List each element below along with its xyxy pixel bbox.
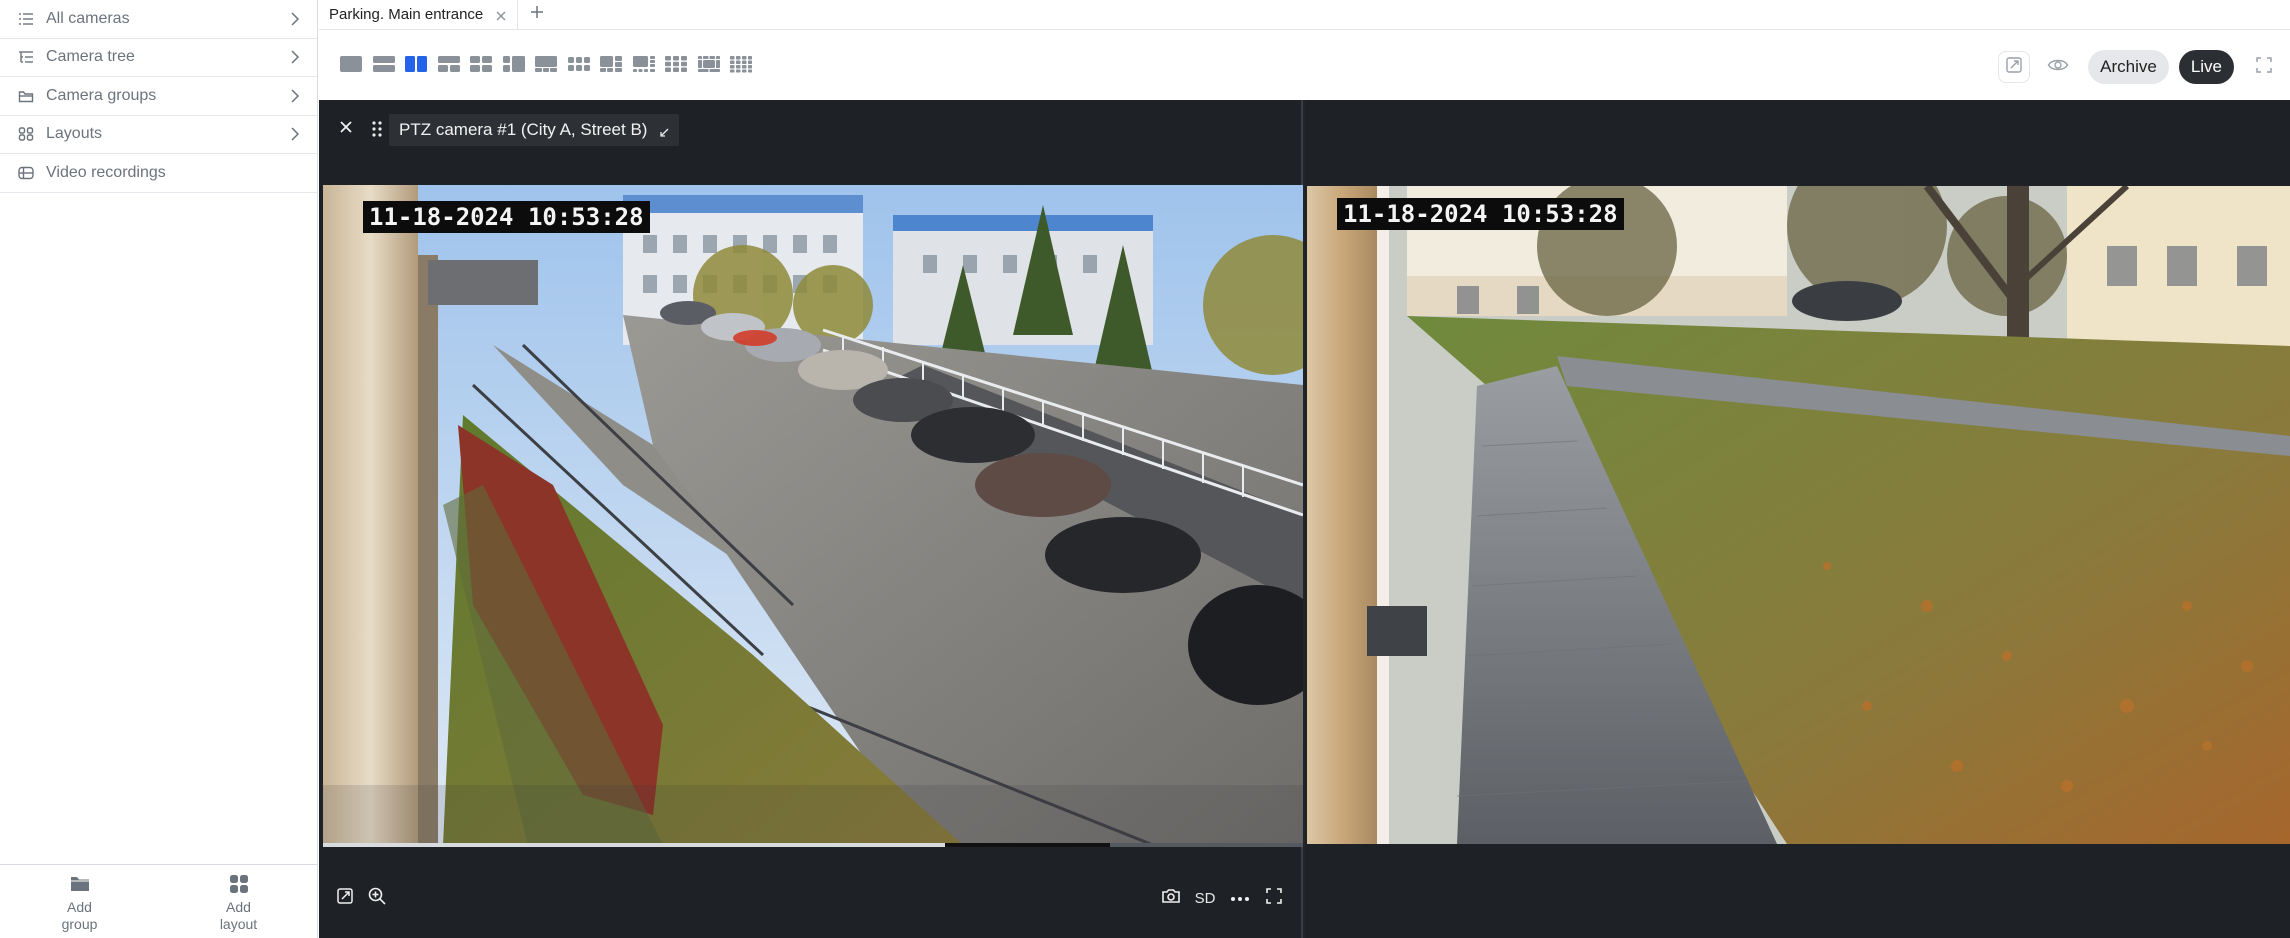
camera-grid: PTZ camera #1 (City A, Street B) 11-18-2… [319,100,2290,938]
sidebar-item-camera-groups[interactable]: Camera groups [0,77,317,116]
sidebar-item-all-cameras[interactable]: All cameras [0,0,317,39]
quality-toggle[interactable]: SD [1191,886,1219,910]
recordings-icon [18,165,34,181]
chevron-right-icon [289,49,301,65]
layout-grid-icon [227,873,251,895]
tab-label: Parking. Main entrance [329,6,484,23]
add-group-label-line1: Add [67,898,92,915]
layout-1-plus-3-icon[interactable] [498,52,531,76]
layout-1-plus-7-icon[interactable] [628,52,661,76]
layout-picker [335,52,758,76]
camera-icon [1161,887,1181,910]
snapshot-button[interactable] [1159,886,1183,910]
add-group-label: Add group [50,899,110,933]
camera-title-text: PTZ camera #1 (City A, Street B) [399,120,648,139]
layout-1-plus-2-wide-icon[interactable] [530,52,563,76]
sidebar-item-label: Camera groups [46,86,157,104]
more-horizontal-icon [1230,889,1250,907]
chevron-right-icon [289,88,301,104]
expand-icon [2005,56,2023,79]
sidebar-item-label: Layouts [46,125,103,143]
live-button[interactable]: Live [2178,50,2234,84]
sidebar-item-label: Video recordings [46,163,166,181]
camera-cell-controls: SD [319,862,1301,938]
camera-cell-2[interactable]: 11-18-2024 10:53:28 [1305,100,2290,938]
toolbar-right: Archive Live [1984,50,2280,84]
sidebar-item-camera-tree[interactable]: Camera tree [0,39,317,77]
fullscreen-button[interactable] [2248,51,2280,83]
chevron-right-icon [289,126,301,142]
tab-bar: Parking. Main entrance [319,0,2290,30]
layout-1-plus-5-icon[interactable] [595,52,628,76]
layout-3x2-icon[interactable] [563,52,596,76]
timestamp-overlay: 11-18-2024 10:53:28 [363,201,650,233]
chevron-right-icon [289,11,301,27]
toolbar: Archive Live [319,30,2290,100]
folder-icon [18,88,34,104]
camera-title[interactable]: PTZ camera #1 (City A, Street B) [389,114,680,146]
timestamp-overlay: 11-18-2024 10:53:28 [1337,198,1624,230]
sidebar: All cameras Camera tree Camera groups La… [0,0,318,938]
layout-1-plus-2-icon[interactable] [433,52,466,76]
progress-played [323,843,946,847]
close-icon[interactable] [495,9,507,21]
plus-icon [529,4,545,25]
layout-2x2-icon[interactable] [465,52,498,76]
sidebar-item-layouts[interactable]: Layouts [0,116,317,154]
camera-cell-1[interactable]: PTZ camera #1 (City A, Street B) 11-18-2… [319,100,1303,938]
camera-video-feed[interactable]: 11-18-2024 10:53:28 [1307,186,2290,844]
progress-buffered [945,843,1111,847]
list-icon [18,11,34,27]
camera-video-feed[interactable]: 11-18-2024 10:53:28 [323,185,1303,845]
sidebar-item-label: Camera tree [46,48,135,66]
drag-handle-icon[interactable] [371,118,383,140]
add-group-button[interactable]: Add group [0,865,159,938]
tab-parking-main-entrance[interactable]: Parking. Main entrance [319,0,519,29]
sidebar-item-video-recordings[interactable]: Video recordings [0,154,317,193]
zoom-in-icon [367,886,387,911]
fullscreen-icon [2255,56,2273,79]
arrow-down-left-icon [659,125,669,137]
sidewalk-video-image [1307,186,2290,844]
parking-lot-video-image [323,185,1303,845]
layout-2-rows-icon[interactable] [368,52,401,76]
eye-icon [2047,57,2069,78]
layout-2-cols-icon[interactable] [400,52,433,76]
add-tab-button[interactable] [518,0,556,29]
add-layout-button[interactable]: Add layout [159,865,318,938]
expand-icon [336,887,354,910]
expand-button[interactable] [333,886,357,910]
add-layout-label-line1: Add [226,898,251,915]
folder-icon [68,873,92,895]
layout-4x4-icon[interactable] [725,52,758,76]
add-layout-label: Add layout [209,899,269,933]
sidebar-item-label: All cameras [46,9,130,27]
add-group-label-line2: group [61,915,98,932]
playback-progress-bar[interactable] [323,843,1303,847]
zoom-in-button[interactable] [365,886,389,910]
picture-in-picture-button[interactable] [1998,51,2031,83]
camera-cell-header: PTZ camera #1 (City A, Street B) [319,100,1301,184]
layout-grid-icon [18,126,34,142]
layout-1x1-icon[interactable] [335,52,368,76]
more-options-button[interactable] [1228,886,1252,910]
archive-button[interactable]: Archive [2088,50,2169,84]
close-icon[interactable] [335,116,357,138]
cell-fullscreen-button[interactable] [1262,886,1286,910]
visibility-button[interactable] [2042,51,2074,83]
fullscreen-icon [1265,887,1283,910]
add-layout-label-line2: layout [219,915,258,932]
tree-list-icon [18,49,34,65]
layout-3x3-icon[interactable] [660,52,693,76]
layout-1-plus-8-icon[interactable] [693,52,726,76]
sidebar-footer: Add group Add layout [0,864,318,938]
